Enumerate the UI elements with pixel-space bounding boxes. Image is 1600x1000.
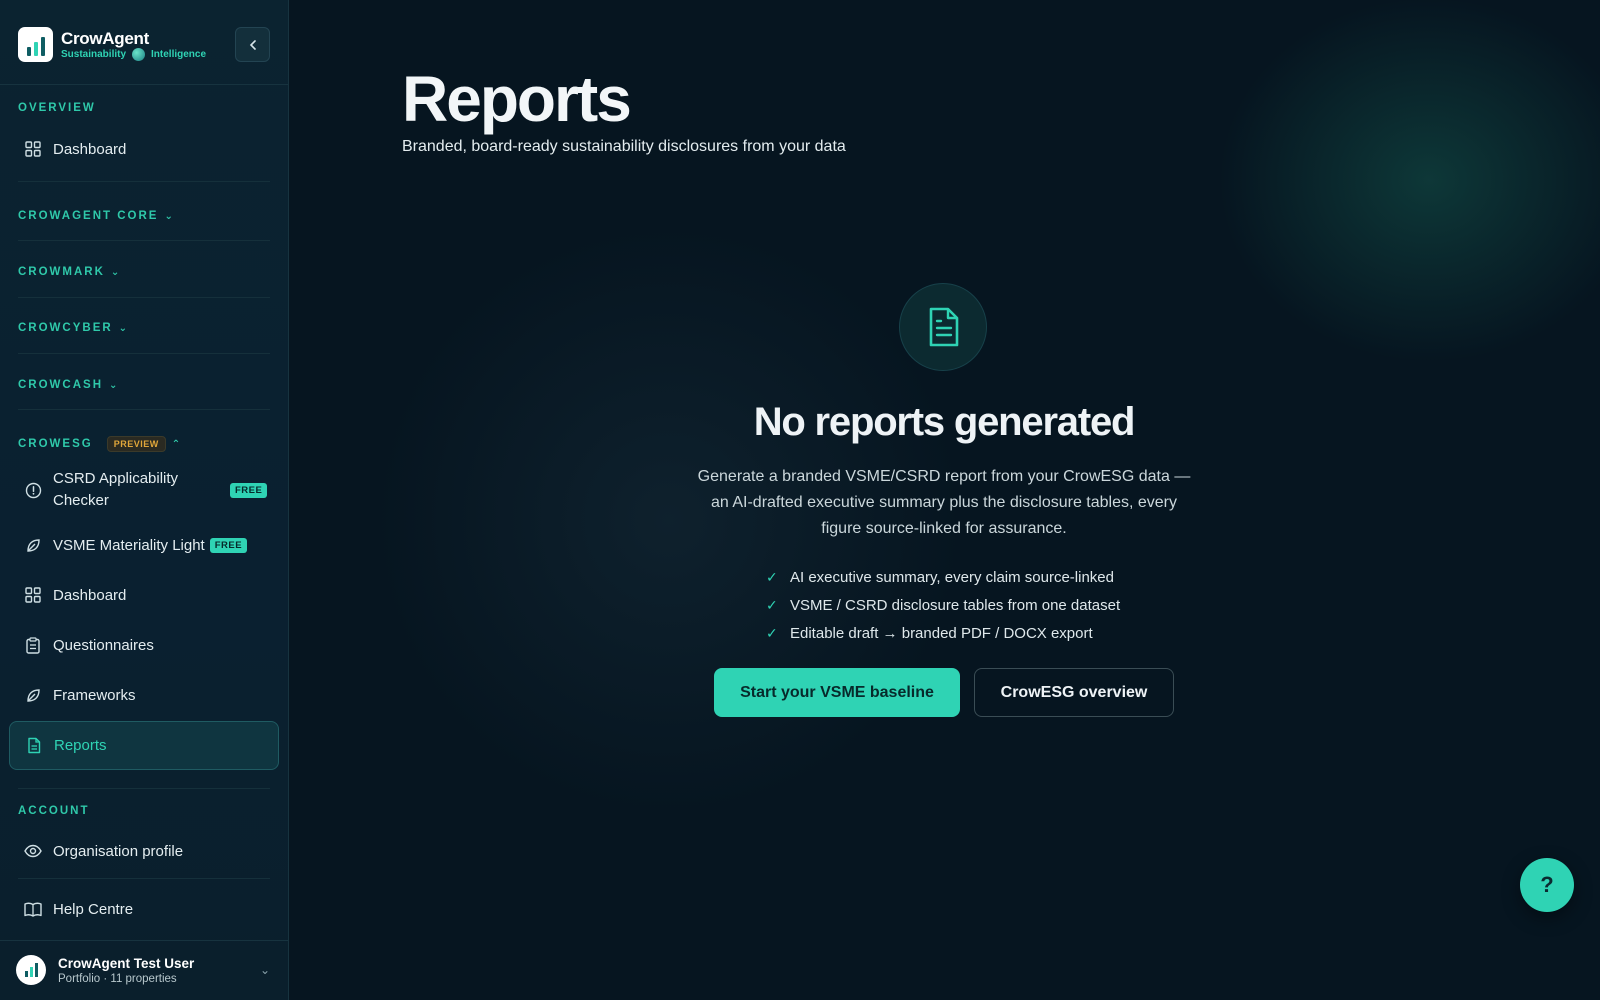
user-meta: Portfolio · 11 properties — [58, 973, 177, 985]
feature-list: ✓ AI executive summary, every claim sour… — [766, 563, 1120, 647]
section-crowcyber[interactable]: CROWCYBER ⌄ — [18, 322, 127, 334]
sidebar-item-frameworks[interactable]: Frameworks — [9, 679, 279, 711]
alert-circle-icon — [24, 481, 42, 499]
check-icon: ✓ — [766, 568, 778, 585]
section-crowagent-core[interactable]: CROWAGENT CORE ⌄ — [18, 210, 173, 222]
grid-icon — [24, 140, 42, 158]
list-item: ✓ Editable draft → branded PDF / DOCX ex… — [766, 619, 1120, 647]
divider — [18, 240, 270, 241]
sidebar-item-vsme-materiality[interactable]: VSME Materiality Light FREE — [9, 529, 279, 561]
sidebar-item-label: Frameworks — [53, 686, 136, 704]
brand-tagline-left: Sustainability — [61, 49, 127, 60]
sidebar-item-help-centre[interactable]: Help Centre — [9, 893, 279, 925]
page-title: Reports — [402, 63, 632, 135]
list-item: ✓ AI executive summary, every claim sour… — [766, 563, 1120, 591]
sidebar-item-organisation-profile[interactable]: Organisation profile — [9, 835, 279, 867]
chevron-left-icon — [249, 39, 256, 50]
chevron-down-icon: ⌄ — [109, 379, 118, 391]
start-vsme-baseline-button[interactable]: Start your VSME baseline — [714, 668, 960, 717]
leaf-icon — [24, 536, 42, 554]
divider — [18, 297, 270, 298]
section-account: ACCOUNT — [18, 805, 90, 817]
feature-text: AI executive summary, every claim source… — [790, 568, 1114, 586]
page-subtitle: Branded, board-ready sustainability disc… — [402, 138, 846, 155]
section-overview-label: OVERVIEW — [18, 102, 96, 114]
book-icon — [24, 900, 42, 918]
section-crowcyber-label: CROWCYBER — [18, 322, 113, 334]
brand-tagline-right: Intelligence — [151, 49, 207, 60]
chevron-up-icon: ⌃ — [171, 438, 181, 450]
chevron-down-icon: ⌄ — [118, 322, 128, 334]
sidebar-item-overview-dashboard[interactable]: Dashboard — [9, 133, 279, 165]
sidebar-item-label: Reports — [54, 737, 107, 754]
check-icon: ✓ — [766, 596, 778, 613]
section-overview: OVERVIEW — [18, 102, 96, 114]
crowesg-overview-button[interactable]: CrowESG overview — [974, 668, 1174, 717]
eye-icon — [24, 842, 42, 860]
main-content: Reports Branded, board-ready sustainabil… — [289, 0, 1600, 1000]
sidebar-item-label: VSME Materiality Light — [53, 536, 205, 554]
sidebar-item-label: Organisation profile — [53, 842, 184, 860]
empty-state-title: No reports generated — [753, 400, 1136, 444]
divider — [18, 878, 270, 879]
section-crowcash[interactable]: CROWCASH ⌄ — [18, 379, 117, 391]
sidebar-item-csrd-checker[interactable]: CSRD Applicability Checker FREE — [9, 466, 279, 514]
divider — [18, 353, 270, 354]
divider — [18, 181, 270, 182]
chevron-down-icon: ⌄ — [110, 266, 120, 278]
preview-badge: PREVIEW — [106, 436, 166, 452]
list-item: ✓ VSME / CSRD disclosure tables from one… — [766, 591, 1120, 619]
sidebar-item-label: Dashboard — [53, 586, 127, 604]
free-badge: FREE — [230, 482, 268, 498]
check-icon: ✓ — [766, 624, 778, 641]
document-icon — [25, 737, 43, 755]
sidebar-item-label: Help Centre — [53, 900, 134, 918]
section-crowcash-label: CROWCASH — [18, 379, 103, 391]
divider — [18, 409, 270, 410]
brand-name: CrowAgent — [61, 29, 149, 48]
sidebar-item-reports[interactable]: Reports — [9, 721, 279, 770]
section-crowesg-label: CROWESG — [18, 438, 93, 450]
section-crowmark[interactable]: CROWMARK ⌄ — [18, 266, 119, 278]
section-crowesg[interactable]: CROWESG PREVIEW ⌃ — [18, 436, 180, 452]
sidebar: CrowAgent Sustainability Intelligence OV… — [0, 0, 289, 1000]
grid-icon — [24, 586, 42, 604]
section-account-label: ACCOUNT — [18, 805, 90, 817]
empty-state-description: Generate a branded VSME/CSRD report from… — [697, 468, 1191, 537]
sidebar-item-label: CSRD Applicability Checker — [53, 470, 179, 509]
section-crowagent-core-label: CROWAGENT CORE — [18, 210, 159, 222]
brand-logo-icon — [18, 27, 53, 62]
sidebar-divider — [0, 84, 289, 85]
user-menu[interactable]: CrowAgent Test User Portfolio · 11 prope… — [0, 940, 289, 1000]
clipboard-icon — [24, 636, 42, 654]
feature-text: VSME / CSRD disclosure tables from one d… — [790, 596, 1121, 614]
chevron-down-icon: ⌄ — [260, 963, 271, 977]
help-button[interactable]: ? — [1520, 858, 1574, 912]
sidebar-item-questionnaires[interactable]: Questionnaires — [9, 629, 279, 661]
collapse-sidebar-button[interactable] — [235, 27, 270, 62]
free-badge: FREE — [209, 537, 248, 553]
avatar — [16, 955, 46, 985]
chevron-down-icon: ⌄ — [164, 210, 173, 222]
section-crowmark-label: CROWMARK — [18, 266, 105, 278]
leaf-icon — [24, 686, 42, 704]
globe-icon — [132, 48, 146, 61]
brand-tagline: Sustainability Intelligence — [61, 48, 206, 61]
feature-text: Editable draft → branded PDF / DOCX expo… — [790, 624, 1093, 642]
sidebar-item-label: Questionnaires — [53, 636, 154, 654]
user-name: CrowAgent Test User — [58, 956, 195, 971]
document-icon — [899, 283, 987, 371]
divider — [18, 788, 270, 789]
sidebar-item-esg-dashboard[interactable]: Dashboard — [9, 579, 279, 611]
sidebar-item-label: Dashboard — [53, 140, 127, 158]
